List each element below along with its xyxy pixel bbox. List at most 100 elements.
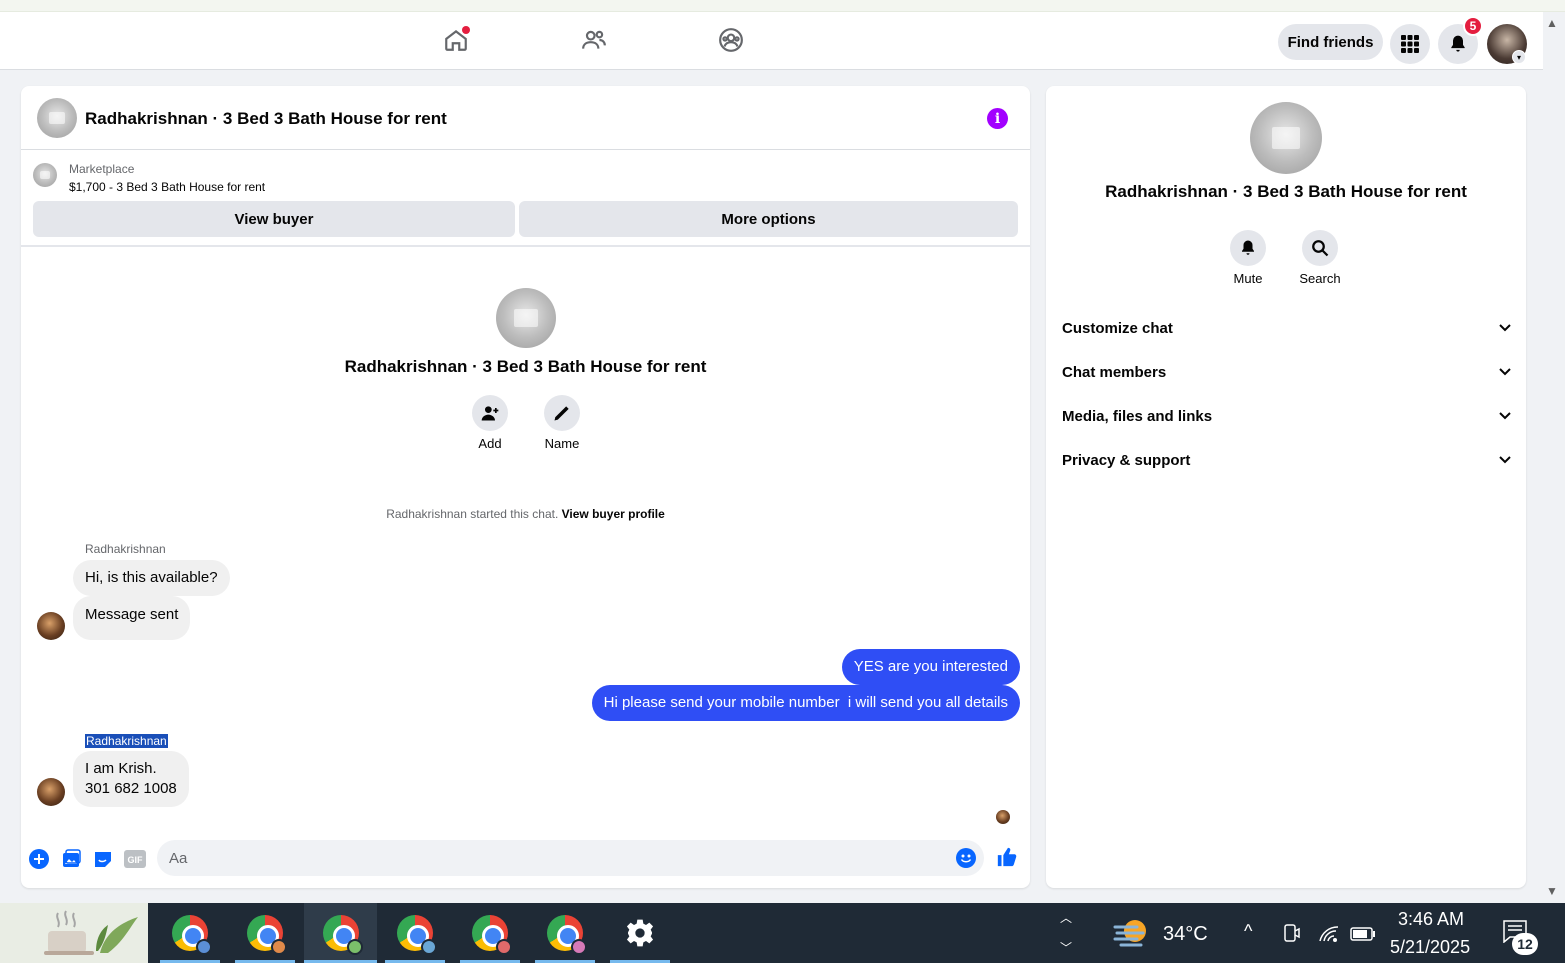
chevron-down-icon xyxy=(1499,324,1511,332)
chevron-down-icon xyxy=(1499,412,1511,420)
mute-label: Mute xyxy=(1233,271,1263,286)
settings-app[interactable] xyxy=(610,903,670,963)
conversation-title: Radhakrishnan · 3 Bed 3 Bath House for r… xyxy=(344,357,707,376)
section-label: Media, files and links xyxy=(1062,407,1213,425)
chrome-icon xyxy=(397,915,437,955)
media-files-links-section[interactable]: Media, files and links xyxy=(1062,398,1512,434)
name-button[interactable] xyxy=(544,395,580,431)
battery-icon[interactable] xyxy=(1350,927,1376,941)
top-navigation-bar: Find friends 5 ▾ xyxy=(0,12,1543,70)
search-icon xyxy=(1312,240,1329,257)
taskbar-scroll-down[interactable]: ﹀ xyxy=(1060,939,1072,956)
emoji-icon[interactable] xyxy=(956,848,976,868)
message-line: I am Krish. xyxy=(85,760,157,777)
listing-thumbnail xyxy=(33,163,57,187)
privacy-support-section[interactable]: Privacy & support xyxy=(1062,442,1512,478)
sender-avatar[interactable] xyxy=(37,778,65,806)
chevron-down-icon[interactable]: ▾ xyxy=(1512,50,1526,64)
customize-chat-section[interactable]: Customize chat xyxy=(1062,310,1512,346)
add-person-icon xyxy=(481,406,499,421)
temperature[interactable]: 34°C xyxy=(1163,923,1208,946)
chrome-window-4[interactable] xyxy=(385,903,445,963)
notification-center-badge: 12 xyxy=(1512,933,1538,955)
sticker-icon[interactable] xyxy=(92,848,114,870)
message-line: 301 682 1008 xyxy=(85,780,177,797)
friends-icon[interactable] xyxy=(580,26,608,54)
menu-grid-button[interactable] xyxy=(1390,24,1430,64)
clock-date[interactable]: 5/21/2025 xyxy=(1390,937,1470,958)
add-people-button[interactable] xyxy=(472,395,508,431)
chrome-icon xyxy=(172,915,212,955)
taskbar-widget-image[interactable] xyxy=(0,903,148,963)
chrome-icon xyxy=(472,915,512,955)
bell-icon xyxy=(1242,240,1254,255)
chevron-down-icon xyxy=(1499,368,1511,376)
home-icon[interactable] xyxy=(442,26,470,54)
message-input[interactable] xyxy=(157,840,937,876)
weather-icon[interactable] xyxy=(1113,917,1153,949)
incoming-message[interactable]: I am Krish. 301 682 1008 xyxy=(73,751,189,807)
search-button[interactable] xyxy=(1302,230,1338,266)
sender-avatar[interactable] xyxy=(37,612,65,640)
gif-icon[interactable]: GIF xyxy=(124,848,146,870)
outgoing-message[interactable]: Hi please send your mobile number i will… xyxy=(591,685,1020,721)
scrollbar-up-arrow[interactable]: ▲ xyxy=(1546,16,1558,30)
groups-icon[interactable] xyxy=(717,26,745,54)
listing-avatar[interactable] xyxy=(37,98,77,138)
chevron-up-icon[interactable]: ^ xyxy=(1244,921,1252,942)
view-buyer-profile-link[interactable]: View buyer profile xyxy=(562,507,665,521)
device-icon[interactable] xyxy=(1283,923,1301,943)
clock-time[interactable]: 3:46 AM xyxy=(1398,909,1464,930)
listing-price[interactable]: $1,700 - 3 Bed 3 Bath House for rent xyxy=(69,180,265,194)
view-buyer-button[interactable]: View buyer xyxy=(33,201,515,237)
chrome-window-5[interactable] xyxy=(460,903,520,963)
plus-icon[interactable] xyxy=(28,848,50,870)
chat-header: Radhakrishnan · 3 Bed 3 Bath House for r… xyxy=(21,86,1030,150)
chrome-window-2[interactable] xyxy=(235,903,295,963)
notification-badge: 5 xyxy=(1463,16,1483,36)
chrome-icon xyxy=(322,915,363,955)
browser-top-strip xyxy=(0,0,1565,12)
section-label: Chat members xyxy=(1062,363,1167,381)
windows-taskbar: ︿ ﹀ 34°C ^ 3:46 AM 5/21/2025 12 xyxy=(0,903,1565,963)
svg-text:GIF: GIF xyxy=(128,855,144,865)
thumbs-up-icon[interactable] xyxy=(996,846,1018,868)
wifi-icon[interactable] xyxy=(1318,925,1340,943)
name-label: Name xyxy=(544,436,580,451)
incoming-message[interactable]: Message sent xyxy=(73,596,191,640)
find-friends-button[interactable]: Find friends xyxy=(1278,24,1383,60)
grid-icon xyxy=(1401,35,1419,53)
more-options-button[interactable]: More options xyxy=(519,201,1018,237)
chrome-icon xyxy=(247,915,287,955)
info-icon[interactable]: i xyxy=(987,108,1008,129)
taskbar-scroll-up[interactable]: ︿ xyxy=(1060,909,1072,926)
chrome-window-3-active[interactable] xyxy=(304,903,377,963)
details-title: Radhakrishnan · 3 Bed 3 Bath House for r… xyxy=(1105,182,1467,201)
message-sender-selected: Radhakrishnan xyxy=(85,734,168,748)
message-input-wrapper xyxy=(157,840,984,876)
message-sender: Radhakrishnan xyxy=(85,542,166,556)
mute-button[interactable] xyxy=(1230,230,1266,266)
marketplace-label: Marketplace xyxy=(69,162,135,176)
scrollbar-down-arrow[interactable]: ▼ xyxy=(1546,884,1558,898)
gear-icon xyxy=(626,919,654,947)
chat-members-section[interactable]: Chat members xyxy=(1062,354,1512,390)
tea-cup-icon xyxy=(44,910,138,955)
conversation-avatar xyxy=(496,288,556,348)
marketplace-listing-bar: Marketplace $1,700 - 3 Bed 3 Bath House … xyxy=(21,151,1030,247)
chevron-down-icon xyxy=(1499,456,1511,464)
chat-title[interactable]: Radhakrishnan · 3 Bed 3 Bath House for r… xyxy=(85,109,447,129)
section-label: Customize chat xyxy=(1062,319,1173,337)
section-label: Privacy & support xyxy=(1062,451,1191,469)
outgoing-message[interactable]: YES are you interested xyxy=(841,649,1020,685)
message-composer: GIF xyxy=(21,838,1030,888)
bell-icon xyxy=(1451,35,1465,52)
chrome-window-1[interactable] xyxy=(160,903,220,963)
chat-details-panel: Radhakrishnan · 3 Bed 3 Bath House for r… xyxy=(1046,86,1526,888)
photo-icon[interactable] xyxy=(60,848,82,870)
details-avatar xyxy=(1250,102,1322,174)
incoming-message[interactable]: Hi, is this available? xyxy=(73,560,230,596)
chrome-window-6[interactable] xyxy=(535,903,595,963)
chrome-icon xyxy=(547,915,587,955)
home-notification-dot xyxy=(462,26,470,34)
